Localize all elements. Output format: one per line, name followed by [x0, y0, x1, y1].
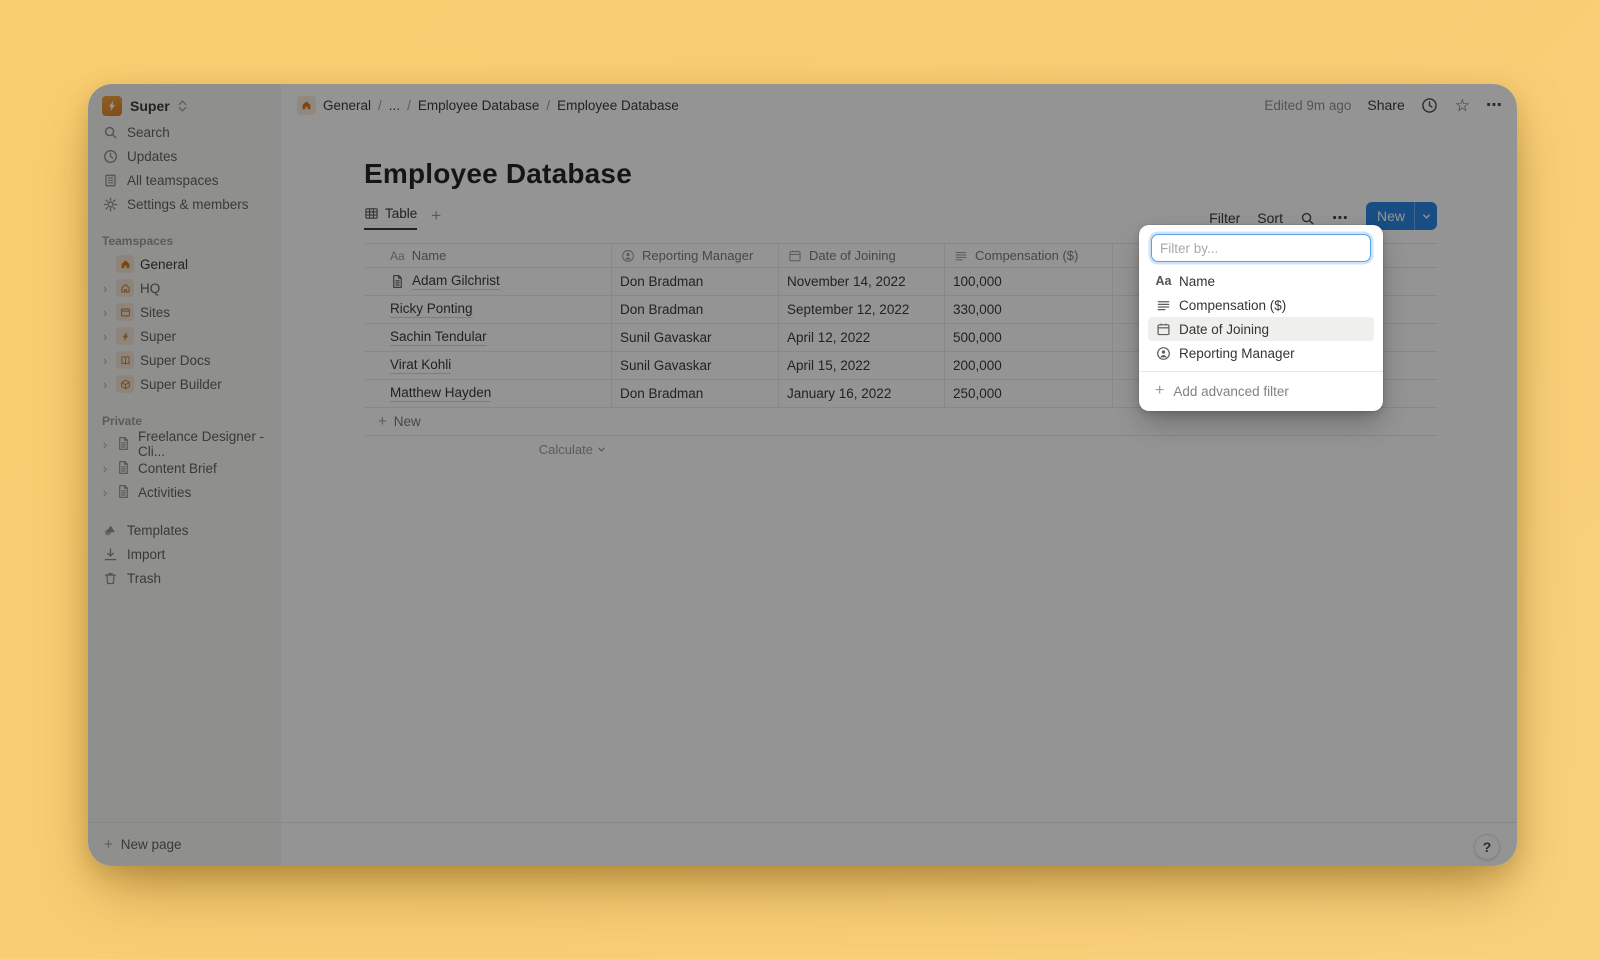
desktop-background: { "workspace": { "name": "Super" }, "sid… [0, 0, 1600, 959]
filter-option-reporting-manager[interactable]: Reporting Manager [1148, 341, 1374, 365]
text-property-icon: Aa [1155, 274, 1172, 288]
notion-app-window: Super Search Updates All teamspaces Sett… [88, 84, 1517, 866]
filter-popup: Aa Name Compensation ($) Date of Joining… [1139, 225, 1383, 411]
plus-icon: + [1155, 382, 1165, 399]
add-advanced-filter-button[interactable]: + Add advanced filter [1139, 378, 1383, 404]
person-icon [1155, 345, 1172, 362]
filter-option-compensation[interactable]: Compensation ($) [1148, 293, 1374, 317]
number-lines-icon [1155, 297, 1172, 314]
filter-by-input[interactable] [1151, 234, 1371, 262]
popup-divider [1139, 371, 1383, 372]
filter-option-date-of-joining[interactable]: Date of Joining [1148, 317, 1374, 341]
dim-overlay [88, 84, 1517, 866]
filter-option-name[interactable]: Aa Name [1148, 269, 1374, 293]
calendar-icon [1155, 321, 1172, 338]
